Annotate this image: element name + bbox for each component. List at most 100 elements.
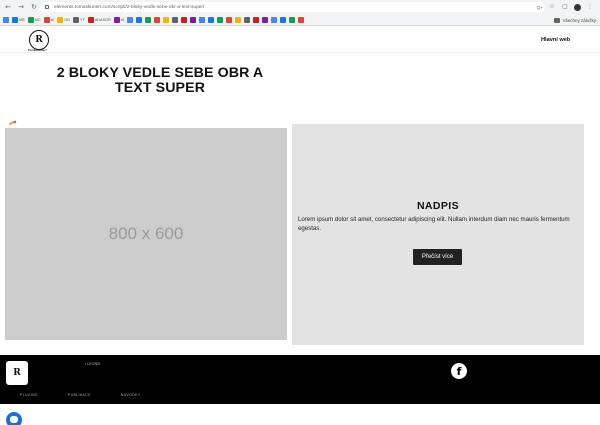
bookmark-item[interactable] — [217, 17, 224, 24]
back-icon[interactable]: ← — [3, 2, 13, 12]
bookmark-label: AI — [120, 18, 125, 22]
toolbar-actions: Q+ ☆ ▢ ⋮ — [537, 0, 594, 14]
chat-bubble-icon — [10, 416, 18, 423]
bookmark-star-icon[interactable]: ☆ — [548, 3, 556, 11]
bookmark-favicon-icon — [280, 17, 287, 23]
footer-logo[interactable]: R — [6, 361, 28, 385]
bookmark-favicon-icon — [87, 17, 94, 23]
bookmark-item[interactable] — [208, 17, 215, 24]
text-block: NADPIS Lorem ipsum dolor sit amet, conse… — [292, 124, 584, 345]
bookmark-favicon-icon — [136, 17, 143, 23]
bookmark-favicon-icon — [127, 17, 134, 23]
bookmark-item[interactable]: AI — [113, 17, 125, 24]
bookmark-item[interactable] — [199, 17, 206, 24]
bookmark-item[interactable]: YT — [72, 17, 85, 24]
bookmark-favicon-icon — [244, 17, 251, 23]
bookmark-item[interactable]: MC — [27, 17, 41, 24]
bookmark-item[interactable] — [262, 17, 269, 24]
bookmark-item[interactable] — [226, 17, 233, 24]
bookmark-item[interactable] — [253, 17, 260, 24]
bookmark-favicon-icon — [226, 17, 233, 23]
url-text: elements.tomaskunert.com/scripti/2-bloky… — [54, 4, 205, 10]
bookmark-label: YT — [79, 18, 85, 22]
bookmark-favicon-icon — [72, 17, 79, 23]
site-footer: R • LEONIS f PLUGINS PUBLIKACE NÁVODKY — [0, 355, 600, 404]
bookmark-favicon-icon — [113, 17, 120, 23]
bookmark-favicon-icon — [298, 17, 305, 23]
image-placeholder: 800 x 600 — [5, 128, 287, 340]
bookmark-item[interactable] — [127, 17, 134, 24]
bookmark-favicon-icon — [235, 17, 242, 23]
read-more-button[interactable]: Přečíst více — [413, 249, 462, 265]
bookmark-favicon-icon — [190, 17, 197, 23]
bookmark-item[interactable] — [145, 17, 152, 24]
bookmark-item[interactable]: AI — [43, 17, 55, 24]
bookmarks-bar: MB MC AI GD YT ADASOR AI — [0, 14, 600, 26]
text-block-title: NADPIS — [416, 200, 460, 212]
edit-pencil-icon[interactable] — [8, 120, 17, 127]
bookmark-item[interactable] — [172, 17, 179, 24]
zoom-indicator[interactable]: Q+ — [537, 5, 543, 10]
bookmark-item[interactable] — [3, 17, 9, 24]
address-bar-row: ← → ↻ elements.tomaskunert.com/scripti/2… — [0, 0, 600, 14]
bookmark-favicon-icon — [43, 17, 50, 23]
forward-icon[interactable]: → — [16, 2, 26, 12]
bookmark-label: ADASOR — [94, 18, 111, 22]
bookmark-item[interactable] — [280, 17, 287, 24]
bookmark-label: GD — [64, 18, 70, 22]
bookmark-item[interactable] — [190, 17, 197, 24]
bookmark-item[interactable] — [235, 17, 242, 24]
bookmark-favicon-icon — [27, 17, 34, 23]
facebook-icon[interactable]: f — [451, 363, 467, 379]
bookmark-item[interactable] — [181, 17, 188, 24]
extensions-icon[interactable]: ▢ — [561, 3, 569, 11]
reload-icon[interactable]: ↻ — [29, 2, 39, 12]
bookmark-favicon-icon — [145, 17, 152, 23]
bookmark-favicon-icon — [3, 17, 9, 23]
menu-icon[interactable]: ⋮ — [586, 3, 594, 11]
profile-avatar[interactable] — [574, 3, 581, 11]
footer-contact: • LEONIS — [85, 362, 101, 366]
bookmark-favicon-icon — [12, 17, 18, 23]
logo-mark-icon: R — [35, 35, 43, 45]
bookmark-item[interactable]: MB — [12, 17, 25, 24]
bookmark-favicon-icon — [271, 17, 278, 23]
bookmark-favicon-icon — [253, 17, 260, 23]
site-header: R TomasKunert Hlavní web — [0, 27, 600, 53]
image-placeholder-label: 800 x 600 — [108, 224, 184, 243]
bookmark-item[interactable] — [136, 17, 143, 24]
site-logo[interactable]: R — [29, 30, 49, 50]
footer-link[interactable]: PUBLIKACE — [68, 393, 91, 397]
nav-main-web-link[interactable]: Hlavní web — [541, 37, 570, 43]
bookmark-item[interactable] — [163, 17, 170, 24]
bookmark-item[interactable]: ADASOR — [87, 17, 111, 24]
bookmark-label: MC — [34, 18, 41, 22]
footer-logo-mark-icon: R — [13, 368, 21, 378]
all-bookmarks-button[interactable]: Všechny záložky — [554, 14, 596, 26]
bookmark-label: AI — [50, 18, 55, 22]
bookmark-favicon-icon — [262, 17, 269, 23]
bookmark-favicon-icon — [289, 17, 296, 23]
bookmark-favicon-icon — [181, 17, 188, 23]
logo-caption: TomasKunert — [28, 49, 47, 52]
address-bar[interactable]: elements.tomaskunert.com/scripti/2-bloky… — [40, 2, 545, 12]
site-info-icon[interactable] — [45, 5, 49, 9]
bookmark-item[interactable] — [289, 17, 296, 24]
bookmark-item[interactable] — [298, 17, 305, 24]
bookmark-label: MB — [19, 18, 25, 22]
bookmark-item[interactable]: GD — [57, 17, 70, 24]
bookmark-favicon-icon — [57, 17, 64, 23]
text-block-body: Lorem ipsum dolor sit amet, consectetur … — [298, 216, 570, 233]
all-bookmarks-label: Všechny záložky — [562, 17, 596, 23]
footer-link[interactable]: PLUGINS — [20, 393, 38, 397]
bookmark-item[interactable] — [271, 17, 278, 24]
bookmark-favicon-icon — [208, 17, 215, 23]
chat-widget-button[interactable] — [6, 412, 22, 425]
bookmark-favicon-icon — [199, 17, 206, 23]
bookmark-favicon-icon — [217, 17, 224, 23]
bookmark-item[interactable] — [244, 17, 251, 24]
bookmark-item[interactable] — [154, 17, 161, 24]
footer-link[interactable]: NÁVODKY — [121, 393, 141, 397]
bookmark-favicon-icon — [172, 17, 179, 23]
folder-icon — [554, 17, 561, 23]
